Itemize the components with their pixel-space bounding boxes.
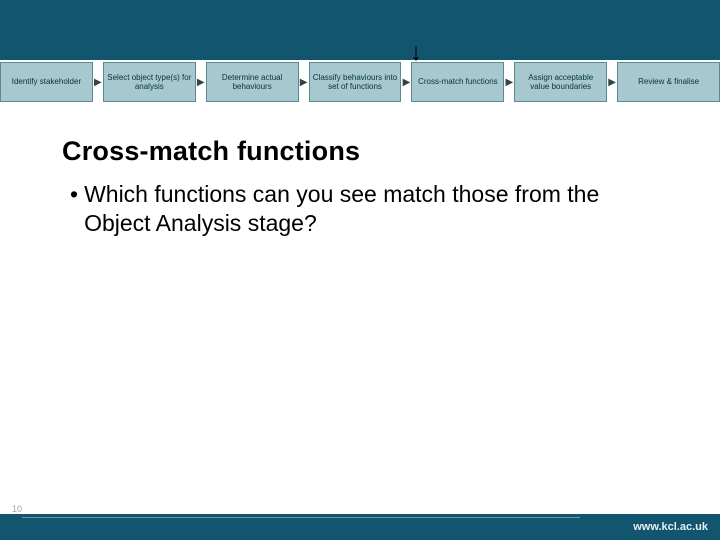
flow-step: Select object type(s) for analysis ▶ (103, 60, 206, 104)
chevron-right-icon: ▶ (607, 77, 617, 88)
process-flow: Identify stakeholder ▶ Select object typ… (0, 60, 720, 104)
flow-step-label: Identify stakeholder (0, 62, 93, 102)
flow-step-label: Review & finalise (617, 62, 720, 102)
flow-step-label: Determine actual behaviours (206, 62, 299, 102)
chevron-right-icon: ▶ (504, 77, 514, 88)
header-band (0, 0, 720, 60)
flow-step: Review & finalise ▶ (617, 60, 720, 104)
bullet-marker: • (70, 180, 78, 209)
chevron-right-icon: ▶ (196, 77, 206, 88)
footer-bar: www.kcl.ac.uk (0, 514, 720, 540)
footer-divider (22, 517, 580, 518)
flow-step: Determine actual behaviours ▶ (206, 60, 309, 104)
flow-step: Cross-match functions ▶ (411, 60, 514, 104)
chevron-right-icon: ▶ (93, 77, 103, 88)
flow-step: Identify stakeholder ▶ (0, 60, 103, 104)
flow-step-label: Select object type(s) for analysis (103, 62, 196, 102)
flow-step-label: Classify behaviours into set of function… (309, 62, 402, 102)
flow-step: Assign acceptable value boundaries ▶ (514, 60, 617, 104)
slide: ↓ Identify stakeholder ▶ Select object t… (0, 0, 720, 540)
page-number: 10 (12, 504, 22, 514)
bullet-text: Which functions can you see match those … (84, 180, 630, 239)
bullet-item: • Which functions can you see match thos… (70, 180, 630, 239)
chevron-right-icon: ▶ (401, 77, 411, 88)
flow-step-label: Assign acceptable value boundaries (514, 62, 607, 102)
bullet-list: • Which functions can you see match thos… (70, 180, 630, 239)
footer-url: www.kcl.ac.uk (633, 514, 708, 540)
slide-title: Cross-match functions (62, 136, 360, 167)
chevron-right-icon: ▶ (299, 77, 309, 88)
flow-step: Classify behaviours into set of function… (309, 60, 412, 104)
flow-step-label: Cross-match functions (411, 62, 504, 102)
